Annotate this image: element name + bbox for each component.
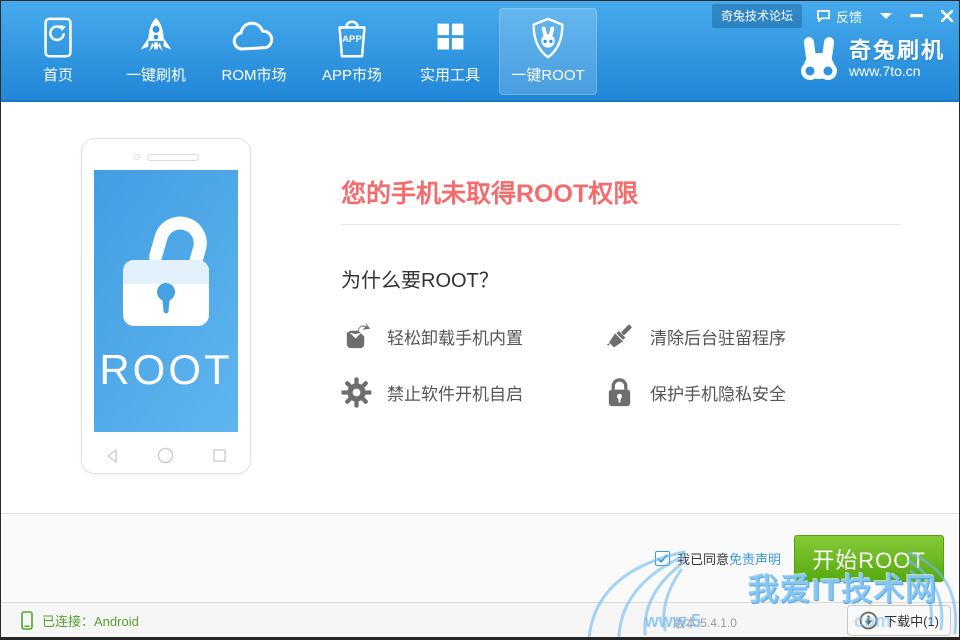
speech-bubble-icon (816, 9, 831, 23)
version-label: 版本:5.4.1.0 (673, 614, 737, 631)
brush-icon (604, 321, 635, 352)
download-label: 下载中(1) (884, 611, 939, 630)
gear-icon (341, 377, 372, 408)
forum-button[interactable]: 奇兔技术论坛 (712, 4, 802, 28)
status-bar: 已连接：Android 版本:5.4.1.0 下载中(1) (1, 602, 959, 638)
brand-name: 奇兔刷机 (849, 39, 945, 63)
brand-url: www.7to.cn (849, 63, 945, 79)
nav-label: ROM市场 (222, 64, 287, 85)
feedback-label: 反馈 (836, 7, 862, 26)
nav-item-home[interactable]: 首页 (9, 8, 107, 95)
nav-label: 首页 (43, 64, 73, 85)
lock-icon (604, 377, 635, 408)
phone-speaker (147, 154, 199, 161)
connection-text: 已连接：Android (42, 611, 139, 630)
nav-label: 一键ROOT (511, 64, 584, 85)
phone-camera-dot (134, 154, 140, 160)
dropdown-menu-button[interactable] (880, 7, 892, 25)
nav-label: 一键刷机 (126, 64, 186, 85)
agree-checkbox[interactable] (655, 551, 670, 566)
android-back-icon (106, 449, 118, 463)
app-bag-icon: APP (329, 13, 375, 63)
app-window: 首页 一键刷机 (0, 0, 960, 640)
download-icon (859, 611, 878, 630)
minimize-button[interactable] (910, 7, 923, 25)
why-root-heading: 为什么要ROOT？ (341, 264, 499, 293)
action-bar: 我已同意 免责声明 开始ROOT (1, 513, 959, 602)
rocket-icon (133, 13, 179, 63)
unlocked-padlock-icon (107, 208, 225, 332)
android-home-icon (157, 447, 174, 464)
agree-label: 我已同意 (677, 549, 729, 568)
svg-text:APP: APP (342, 34, 362, 45)
phone-screen: ROOT (94, 170, 238, 432)
feature-label: 禁止软件开机自启 (387, 380, 523, 405)
feature-list: 轻松卸载手机内置 清除后台驻留程序 (341, 320, 901, 408)
agree-row: 我已同意 免责声明 (655, 549, 781, 568)
nav-item-tools[interactable]: 实用工具 (401, 8, 499, 95)
connection-status: 已连接：Android (21, 603, 139, 638)
chevron-down-icon (880, 12, 892, 20)
phone-nav-buttons (106, 447, 226, 464)
feature-privacy: 保护手机隐私安全 (604, 376, 901, 408)
root-shield-icon (525, 13, 571, 63)
main-nav: 首页 一键刷机 (9, 8, 597, 95)
page-title: 您的手机未取得ROOT权限 (341, 174, 638, 210)
feature-autostart: 禁止软件开机自启 (341, 376, 604, 408)
phone-illustration: ROOT (81, 138, 251, 474)
nav-label: 实用工具 (420, 64, 480, 85)
uninstall-icon (341, 321, 372, 352)
feature-label: 轻松卸载手机内置 (387, 324, 523, 349)
cloud-icon (229, 13, 279, 63)
screen-root-text: ROOT (99, 346, 232, 394)
nav-item-rom-market[interactable]: ROM市场 (205, 8, 303, 95)
nav-item-flash[interactable]: 一键刷机 (107, 8, 205, 95)
checkmark-icon (657, 554, 668, 564)
top-navigation-bar: 首页 一键刷机 (1, 1, 959, 102)
disclaimer-link[interactable]: 免责声明 (729, 549, 781, 568)
home-refresh-icon (35, 13, 81, 63)
close-button[interactable] (941, 7, 953, 25)
nav-label: APP市场 (322, 64, 382, 85)
feature-label: 清除后台驻留程序 (650, 324, 786, 349)
download-button[interactable]: 下载中(1) (847, 605, 951, 636)
main-content: ROOT 您的手机未取得ROOT权限 为什么要ROOT？ (1, 104, 959, 513)
tools-grid-icon (427, 13, 473, 63)
feature-label: 保护手机隐私安全 (650, 380, 786, 405)
feature-uninstall: 轻松卸载手机内置 (341, 320, 604, 352)
minimize-icon (910, 14, 923, 18)
feedback-button[interactable]: 反馈 (816, 7, 862, 26)
window-controls: 奇兔技术论坛 反馈 (712, 4, 953, 28)
title-divider (341, 224, 901, 225)
android-recent-icon (213, 449, 226, 462)
brand-logo: 奇兔刷机 www.7to.cn (798, 36, 945, 82)
nav-item-app-market[interactable]: APP APP市场 (303, 8, 401, 95)
close-icon (941, 10, 953, 22)
start-root-button[interactable]: 开始ROOT (794, 535, 944, 582)
rabbit-logo-icon (798, 36, 840, 82)
nav-item-root[interactable]: 一键ROOT (499, 8, 597, 95)
connected-phone-icon (21, 611, 33, 630)
feature-clean: 清除后台驻留程序 (604, 320, 901, 352)
